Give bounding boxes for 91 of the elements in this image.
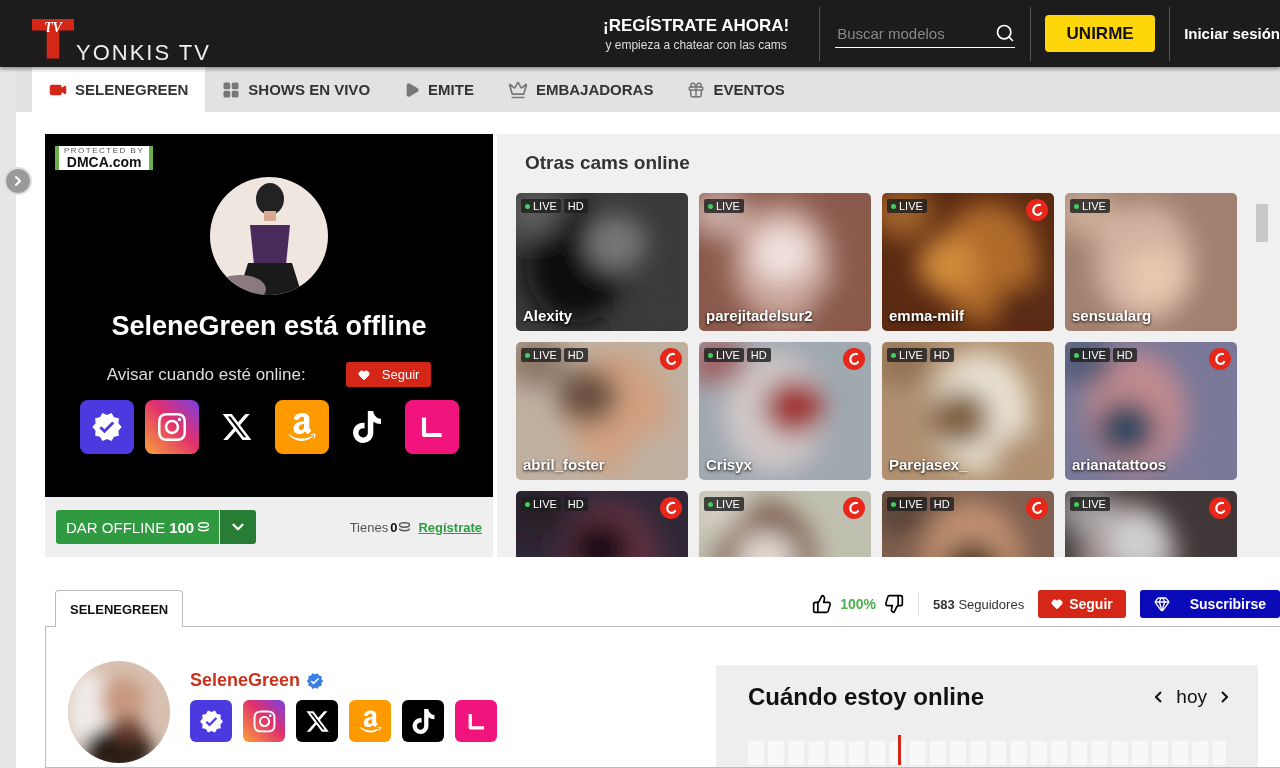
dmca-badge[interactable]: PROTECTED BY DMCA.com [55, 146, 154, 170]
nav-tab[interactable]: SHOWS EN VIVO [205, 67, 388, 112]
live-tag: LIVE [521, 348, 561, 362]
x-logo-icon[interactable] [296, 700, 338, 742]
coin-icon [399, 522, 411, 532]
live-tag: LIVE [704, 199, 744, 213]
next-day-button[interactable] [1221, 691, 1228, 703]
quality-tag: HD [563, 199, 588, 213]
dropdown-button[interactable] [220, 510, 257, 544]
subscribe-button[interactable]: Suscribirse [1139, 590, 1280, 618]
previous-day-button[interactable] [1155, 691, 1163, 703]
login-link[interactable]: Iniciar sesión [1184, 25, 1280, 42]
cam-card[interactable]: LIVE [1065, 491, 1237, 557]
join-button[interactable]: UNIRME [1045, 15, 1156, 52]
site-logo[interactable]: TV YONKIS TV [32, 8, 211, 59]
cam-card[interactable]: LIVE HD abril_foster [516, 342, 688, 480]
section-title: Otras cams online [525, 152, 691, 174]
thumbs-down-icon[interactable] [884, 594, 905, 614]
quality-tag: HD [563, 497, 588, 511]
live-tag: LIVE [1070, 199, 1110, 213]
verified-badge-icon[interactable] [79, 400, 134, 454]
follow-button[interactable]: Seguir [1038, 590, 1126, 618]
live-tag: LIVE [887, 348, 927, 362]
thumbs-up-icon[interactable] [812, 594, 833, 614]
cam-name: sensualarg [1072, 307, 1152, 324]
balance-text: Tienes0 [349, 519, 411, 535]
quality-tag: HD [563, 348, 588, 362]
cam-name: parejitadelsur2 [706, 307, 813, 324]
cam-name: arianatattoos [1072, 456, 1167, 473]
promo-subtitle: y empieza a chatear con las cams [604, 37, 788, 52]
expand-button[interactable] [4, 167, 32, 195]
quality-tag: HD [929, 348, 954, 362]
live-tag: LIVE [521, 497, 561, 511]
offline-status: SeleneGreen está offline [111, 311, 427, 342]
notify-label: Avisar cuando esté online: [106, 364, 306, 385]
followers-count: 583 Seguidores [933, 596, 1025, 612]
cam-name: Alexity [523, 307, 573, 324]
cam-card[interactable]: LIVE [699, 491, 871, 557]
cam-card[interactable]: LIVE HD [516, 491, 688, 557]
live-tag: LIVE [887, 497, 927, 511]
coin-icon [198, 522, 210, 532]
cam-card[interactable]: LIVE sensualarg [1065, 193, 1237, 331]
cam-card[interactable]: LIVE HD Crisyx [699, 342, 871, 480]
instagram-icon[interactable] [144, 400, 199, 454]
verified-badge-icon[interactable] [190, 700, 232, 742]
follow-button[interactable]: Seguir [345, 362, 432, 387]
heart-icon [1051, 598, 1064, 610]
cam-card[interactable]: LIVE HD Parejasex_ [882, 342, 1054, 480]
heart-icon [357, 368, 370, 381]
live-tag: LIVE [521, 199, 561, 213]
nav-tab[interactable]: EMITE [387, 67, 491, 112]
cam-card[interactable]: LIVE HD Alexity [516, 193, 688, 331]
dmca-label: DMCA.com [66, 155, 142, 169]
quality-tag: HD [929, 497, 954, 511]
tip-button[interactable]: DAR OFFLINE 100 [56, 510, 220, 544]
scrollbar-thumb[interactable] [1256, 204, 1268, 242]
cam-card[interactable]: LIVE emma-milf [882, 193, 1054, 331]
cam-card[interactable]: LIVE parejitadelsur2 [699, 193, 871, 331]
quality-tag: HD [746, 348, 771, 362]
search-field[interactable]: Buscar modelos [835, 23, 996, 43]
cam-name: emma-milf [889, 307, 965, 324]
model-name: SeleneGreen [190, 670, 301, 691]
dmca-caption: PROTECTED BY [64, 147, 145, 155]
quality-tag: HD [1112, 348, 1137, 362]
cam-name: Crisyx [706, 456, 752, 473]
live-tag: LIVE [704, 497, 744, 511]
cam-card[interactable]: LIVE HD arianatattoos [1065, 342, 1237, 480]
live-tag: LIVE [704, 348, 744, 362]
profile-tab[interactable]: SELENEGREEN [55, 590, 184, 627]
grid-icon [222, 80, 241, 99]
cam-name: abril_foster [523, 456, 605, 473]
cam-name: Parejasex_ [889, 456, 968, 473]
tiktok-icon[interactable] [402, 700, 444, 742]
gift-icon [687, 80, 706, 99]
schedule-title: Cuándo estoy online [748, 683, 984, 711]
amazon-icon[interactable] [274, 400, 329, 454]
rating-percent: 100% [840, 596, 877, 612]
live-tag: LIVE [1070, 348, 1110, 362]
play-icon [404, 81, 421, 98]
nav-tab[interactable]: EMBAJADORAS [490, 67, 671, 112]
nav-tab[interactable]: EVENTOS [670, 67, 802, 112]
live-tag: LIVE [887, 199, 927, 213]
cam-card[interactable]: LIVE HD [882, 491, 1054, 557]
diamond-icon [1153, 596, 1170, 612]
l-logo-icon[interactable] [404, 400, 459, 454]
live-tag: LIVE [1070, 497, 1110, 511]
nav-tab[interactable]: SELENEGREEN [32, 67, 206, 112]
search-icon[interactable] [995, 23, 1016, 43]
crown-icon [507, 79, 528, 100]
promo-title: ¡REGÍSTRATE AHORA! [603, 15, 790, 36]
day-label: hoy [1176, 686, 1207, 708]
